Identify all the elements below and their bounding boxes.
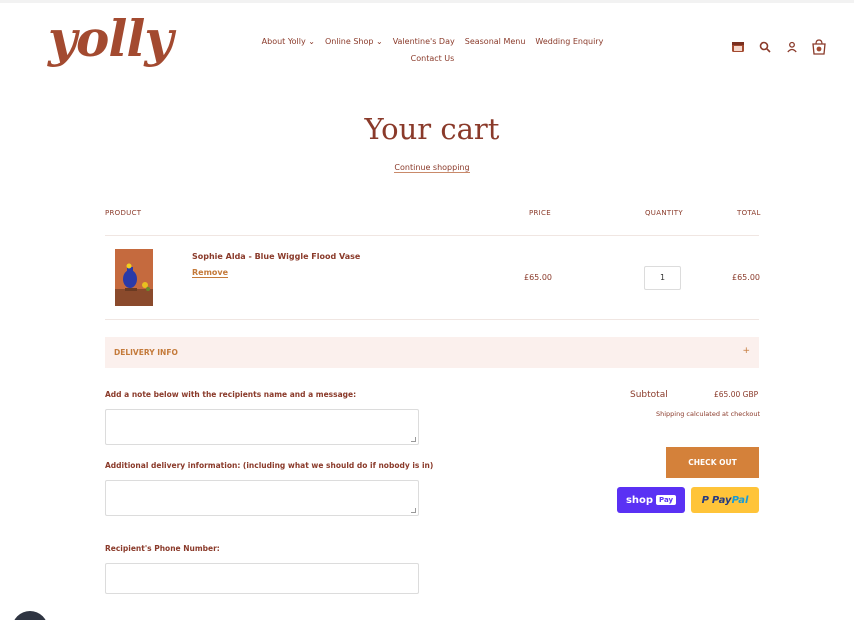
shipping-note: Shipping calculated at checkout xyxy=(656,410,761,418)
top-strip xyxy=(0,0,854,3)
col-quantity: QUANTITY xyxy=(645,209,683,217)
resize-grip-icon xyxy=(411,437,416,442)
delivery-info-label: DELIVERY INFO xyxy=(114,348,178,357)
page-title: Your cart xyxy=(364,112,500,146)
nav-wedding-enquiry[interactable]: Wedding Enquiry xyxy=(535,33,603,50)
plus-icon: + xyxy=(742,346,750,356)
col-price: PRICE xyxy=(529,209,551,217)
phone-input[interactable] xyxy=(105,563,419,594)
quantity-input[interactable]: 1 xyxy=(644,266,681,290)
divider xyxy=(105,235,759,236)
product-thumbnail[interactable] xyxy=(115,249,153,306)
paypal-label-pal: Pal xyxy=(731,494,749,506)
cart-icon[interactable] xyxy=(810,38,827,55)
nav-valentines-day[interactable]: Valentine's Day xyxy=(393,33,455,50)
search-icon[interactable] xyxy=(756,38,773,55)
note-textarea[interactable] xyxy=(105,409,419,445)
item-price: £65.00 xyxy=(524,273,552,282)
store-icon[interactable] xyxy=(729,38,746,55)
nav-about-yolly[interactable]: About Yolly ⌄ xyxy=(262,33,315,50)
divider xyxy=(105,319,759,320)
nav-seasonal-menu[interactable]: Seasonal Menu xyxy=(465,33,526,50)
item-total: £65.00 xyxy=(732,273,760,282)
subtotal-label: Subtotal xyxy=(630,390,668,400)
paypal-label-pay: Pay xyxy=(711,494,732,506)
shop-pay-label: shop xyxy=(625,494,654,506)
paypal-icon: P xyxy=(701,494,709,506)
delivery-info-accordion[interactable]: DELIVERY INFO + xyxy=(105,337,759,368)
product-name[interactable]: Sophie Alda - Blue Wiggle Flood Vase xyxy=(192,252,360,261)
shop-pay-badge: Pay xyxy=(656,495,677,505)
shop-pay-button[interactable]: shop Pay xyxy=(617,487,685,513)
continue-shopping-link: Continue shopping xyxy=(0,163,854,173)
yolly-logo[interactable]: yolly xyxy=(48,14,173,64)
chat-widget-button[interactable] xyxy=(12,611,48,620)
phone-label: Recipient's Phone Number: xyxy=(105,544,220,553)
account-icon[interactable] xyxy=(783,38,800,55)
additional-delivery-label: Additional delivery information: (includ… xyxy=(105,461,434,470)
col-product: PRODUCT xyxy=(105,209,142,217)
continue-shopping-label[interactable]: Continue shopping xyxy=(394,163,470,173)
col-total: TOTAL xyxy=(737,209,761,217)
header-icons xyxy=(729,38,827,55)
resize-grip-icon xyxy=(411,508,416,513)
nav-contact-us[interactable]: Contact Us xyxy=(411,50,455,67)
paypal-button[interactable]: P Pay Pal xyxy=(691,487,759,513)
main-nav: About Yolly ⌄ Online Shop ⌄ Valentine's Da… xyxy=(255,33,610,67)
nav-online-shop[interactable]: Online Shop ⌄ xyxy=(325,33,383,50)
checkout-button[interactable]: CHECK OUT xyxy=(666,447,759,478)
note-label: Add a note below with the recipients nam… xyxy=(105,390,357,399)
subtotal-value: £65.00 GBP xyxy=(714,390,759,399)
remove-link[interactable]: Remove xyxy=(192,268,229,278)
additional-delivery-textarea[interactable] xyxy=(105,480,419,516)
